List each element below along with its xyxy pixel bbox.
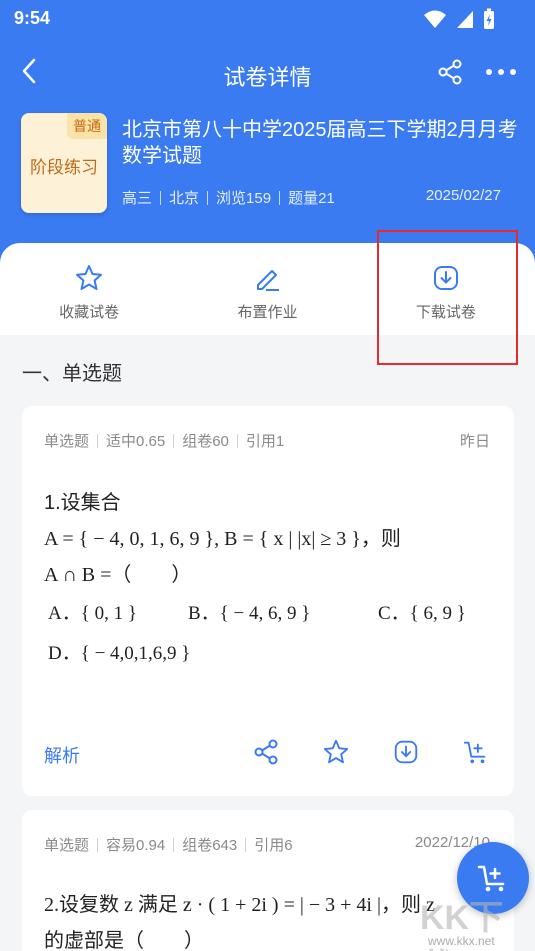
favorite-paper-button[interactable]: 收藏试卷 — [0, 243, 178, 335]
watermark-url: www.kkx.net — [428, 934, 495, 948]
question-difficulty: 适中0.65 — [106, 433, 166, 450]
paper-cover: 普通 阶段练习 — [21, 113, 107, 213]
question-card[interactable]: 单选题 适中0.65 组卷60 引用1 昨日 1.设集合 A = { − 4, … — [22, 406, 514, 796]
question-time: 昨日 — [459, 433, 490, 450]
question-assembled: 组卷60 — [182, 433, 229, 450]
question-text-line: 的虚部是（ ） — [44, 930, 204, 951]
add-to-cart-icon[interactable] — [462, 738, 490, 766]
question-difficulty: 容易0.94 — [106, 837, 166, 854]
question-type: 单选题 — [44, 433, 90, 450]
status-icons — [423, 8, 495, 30]
question-meta: 单选题 适中0.65 组卷60 引用1 — [44, 430, 284, 451]
option-c: C．{ 6, 9 } — [378, 603, 466, 624]
analysis-link[interactable]: 解析 — [44, 742, 80, 768]
question-text-line: A = { − 4, 0, 1, 6, 9 }, B = { x | |x| ≥… — [44, 528, 401, 550]
option-b: B．{ − 4, 6, 9 } — [188, 603, 311, 624]
option-d: D．{ − 4,0,1,6,9 } — [48, 643, 191, 664]
option-a: A．{ 0, 1 } — [48, 603, 137, 624]
download-icon — [433, 266, 458, 290]
download-paper-label: 下载试卷 — [415, 304, 476, 321]
status-bar: 9:54 — [0, 0, 535, 36]
status-time: 9:54 — [14, 8, 51, 28]
navigation-bar: 试卷详情 — [0, 46, 535, 102]
cover-badge: 普通 — [67, 113, 107, 139]
download-icon[interactable] — [392, 738, 420, 766]
wifi-icon — [424, 10, 446, 28]
pen-icon — [257, 270, 280, 291]
battery-icon — [484, 8, 494, 29]
meta-views: 浏览159 — [216, 190, 272, 207]
question-meta: 单选题 容易0.94 组卷643 引用6 — [44, 834, 293, 855]
signal-icon — [457, 11, 473, 28]
header-panel: 9:54 试卷详情 普通 阶段练习 北京市第八十中学2025届高三下学期2月月考… — [0, 0, 535, 270]
question-text-line: 1.设集合 — [44, 492, 121, 514]
share-icon[interactable] — [436, 58, 464, 86]
question-tools — [252, 738, 490, 766]
question-assembled: 组卷643 — [182, 837, 238, 854]
favorite-paper-label: 收藏试卷 — [59, 304, 120, 321]
assign-homework-label: 布置作业 — [237, 304, 298, 321]
question-text-line: 2.设复数 z 满足 z · ( 1 + 2i ) = | − 3 + 4i |… — [44, 894, 435, 916]
paper-date: 2025/02/27 — [425, 187, 501, 204]
meta-question-count: 题量21 — [288, 190, 335, 207]
paper-title: 北京市第八十中学2025届高三下学期2月月考数学试题 — [122, 119, 518, 167]
more-options-icon[interactable] — [484, 60, 518, 84]
paper-meta: 高三 北京 浏览159 题量21 — [122, 187, 335, 208]
meta-grade: 高三 — [122, 190, 153, 207]
download-paper-button[interactable]: 下载试卷 — [357, 243, 535, 335]
share-icon[interactable] — [252, 738, 280, 766]
star-icon[interactable] — [322, 738, 350, 766]
section-title: 一、单选题 — [22, 363, 122, 385]
cover-label: 阶段练习 — [30, 158, 98, 177]
assign-homework-button[interactable]: 布置作业 — [178, 243, 356, 335]
question-references: 引用1 — [245, 433, 285, 450]
question-references: 引用6 — [254, 837, 293, 854]
meta-region: 北京 — [169, 190, 200, 207]
question-text-line: A ∩ B =（ ） — [44, 564, 192, 586]
question-type: 单选题 — [44, 837, 90, 854]
star-icon — [76, 265, 103, 290]
action-bar: 收藏试卷 布置作业 下载试卷 — [0, 243, 535, 335]
